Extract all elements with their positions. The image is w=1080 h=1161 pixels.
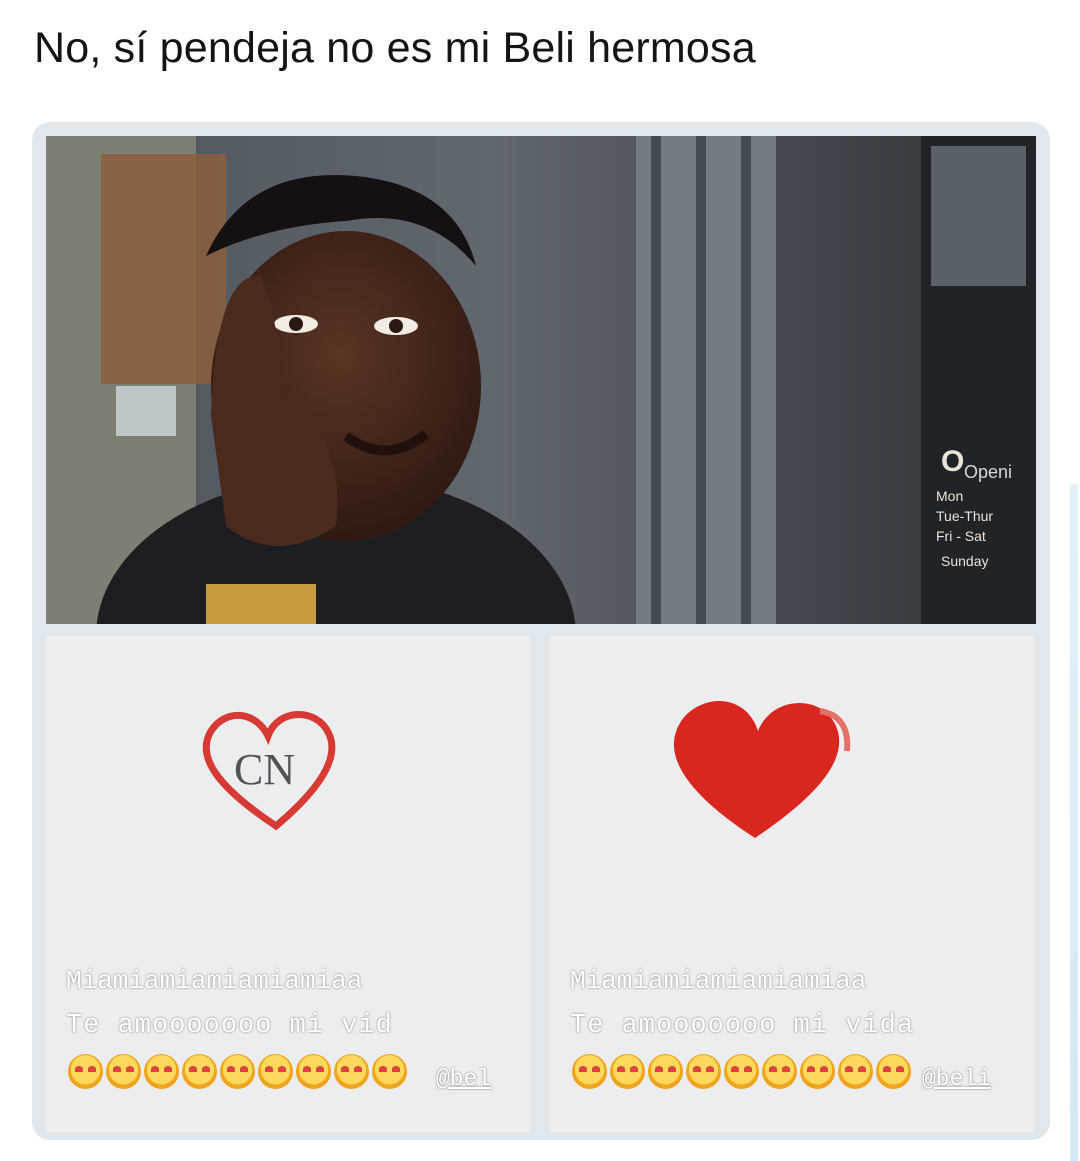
svg-text:O: O xyxy=(941,445,964,478)
smiling-face-icon xyxy=(144,1054,179,1089)
smiling-face-icon xyxy=(800,1054,835,1089)
sign-line-4: Sunday xyxy=(941,553,988,569)
sign-line-2: Tue-Thur xyxy=(936,508,993,524)
meme-photo-illustration: O Openi Mon Tue-Thur Fri - Sat Sunday xyxy=(46,136,1036,624)
smiling-face-icon xyxy=(572,1054,607,1089)
sign-open-text: Openi xyxy=(964,462,1012,482)
smiling-face-icon xyxy=(334,1054,369,1089)
story-line-2: Te amooooooo mi vida xyxy=(570,1011,915,1041)
smiling-face-icon xyxy=(610,1054,645,1089)
smiling-face-icon xyxy=(372,1054,407,1089)
sign-line-1: Mon xyxy=(936,488,963,504)
smiling-face-icon xyxy=(724,1054,759,1089)
smiling-face-icon xyxy=(762,1054,797,1089)
story-mention: @bel xyxy=(436,1066,492,1092)
smiling-face-icon xyxy=(876,1054,911,1089)
smiling-face-icon xyxy=(182,1054,217,1089)
smiling-face-icon xyxy=(296,1054,331,1089)
red-heart-icon xyxy=(673,700,851,838)
heart-initials: CN xyxy=(234,745,295,794)
meme-photo: O Openi Mon Tue-Thur Fri - Sat Sunday xyxy=(46,136,1036,624)
right-edge-strip xyxy=(1070,484,1078,1161)
story-panel-left: CN Miamiamiamiamiamiaa Te amooooooo mi v… xyxy=(46,636,530,1132)
heart-outline-icon: CN xyxy=(202,711,336,831)
story-line-1: Miamiamiamiamiamiaa xyxy=(570,966,867,996)
smiling-face-icon xyxy=(838,1054,873,1089)
story-line-1: Miamiamiamiamiamiaa xyxy=(66,966,363,996)
smiling-face-icon xyxy=(258,1054,293,1089)
emoji-row xyxy=(572,1054,911,1089)
story-mention: @beli xyxy=(922,1066,992,1092)
post-caption: No, sí pendeja no es mi Beli hermosa xyxy=(34,24,756,72)
smiling-face-icon xyxy=(648,1054,683,1089)
sign-line-3: Fri - Sat xyxy=(936,528,986,544)
smiling-face-icon xyxy=(106,1054,141,1089)
story-line-2: Te amooooooo mi vid xyxy=(66,1011,393,1041)
smiling-face-icon xyxy=(220,1054,255,1089)
story-panel-right: Miamiamiamiamiamiaa Te amooooooo mi vida… xyxy=(550,636,1034,1132)
meme-image-frame: O Openi Mon Tue-Thur Fri - Sat Sunday CN… xyxy=(32,122,1050,1140)
smiling-face-icon xyxy=(68,1054,103,1089)
emoji-row xyxy=(68,1054,407,1089)
smiling-face-icon xyxy=(686,1054,721,1089)
